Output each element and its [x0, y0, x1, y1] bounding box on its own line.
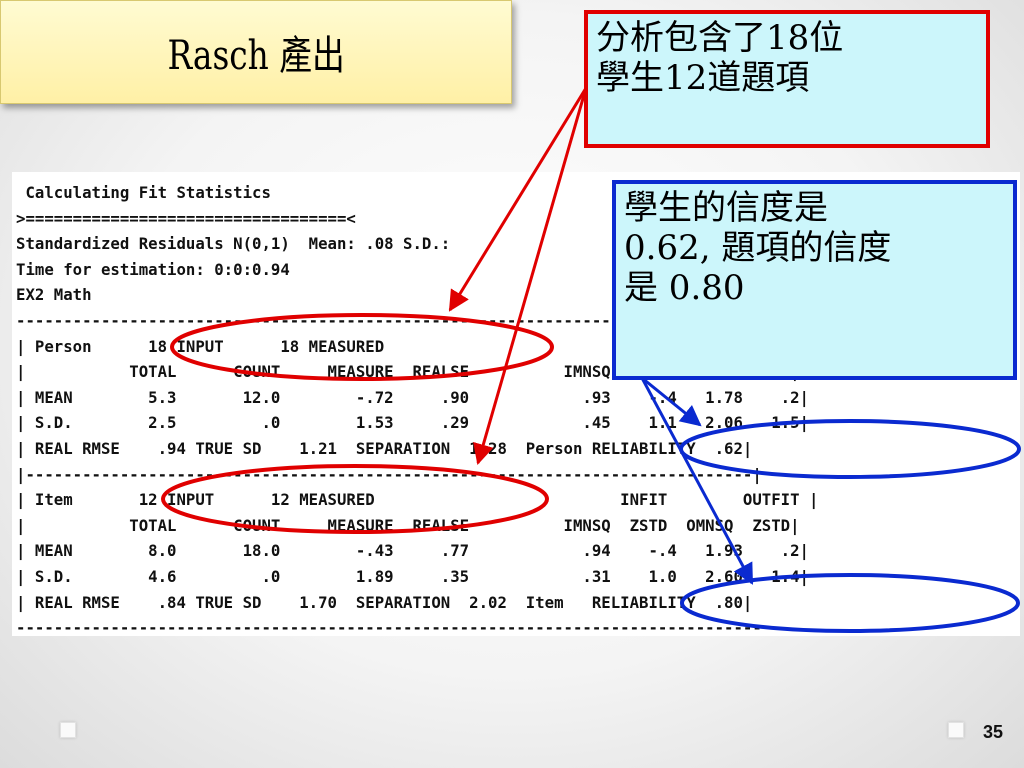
- page-number: 35: [983, 722, 1004, 742]
- next-slide-button[interactable]: [948, 722, 964, 738]
- red-arrow-to-item: [473, 87, 588, 466]
- blue-arrow-to-person-reliability: [641, 376, 702, 427]
- item-reliability-highlight: [680, 573, 1020, 633]
- previous-slide-button[interactable]: [60, 722, 76, 738]
- red-arrow-to-person: [448, 87, 588, 312]
- item-count-highlight: [161, 464, 549, 534]
- blue-arrow-to-item-reliability: [640, 377, 754, 585]
- annotation-overlay: [161, 87, 1021, 633]
- person-reliability-highlight: [679, 419, 1021, 479]
- person-count-highlight: [170, 313, 554, 381]
